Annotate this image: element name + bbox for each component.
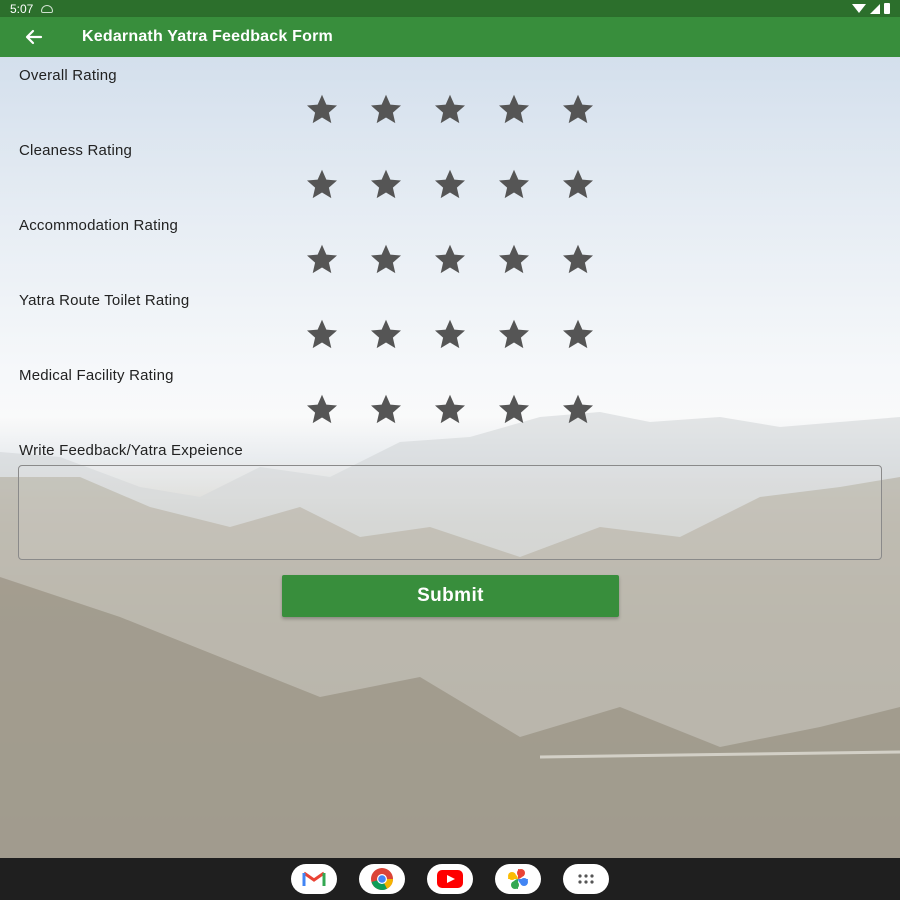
cleaness-rating-bar[interactable] xyxy=(304,166,596,202)
star-icon[interactable] xyxy=(304,316,340,352)
photos-icon[interactable] xyxy=(495,864,541,894)
star-icon[interactable] xyxy=(432,91,468,127)
star-icon[interactable] xyxy=(560,316,596,352)
star-icon[interactable] xyxy=(432,391,468,427)
toilet-rating-label: Yatra Route Toilet Rating xyxy=(19,292,190,309)
app-bar: Kedarnath Yatra Feedback Form xyxy=(0,17,900,57)
status-icons xyxy=(852,3,890,14)
feedback-label: Write Feedback/Yatra Expeience xyxy=(19,442,243,459)
star-icon[interactable] xyxy=(496,316,532,352)
star-icon[interactable] xyxy=(432,241,468,277)
wifi-icon xyxy=(852,4,866,13)
star-icon[interactable] xyxy=(368,91,404,127)
feedback-input[interactable] xyxy=(18,465,882,560)
feedback-form: Overall Rating Cleaness Rating Accommoda… xyxy=(0,57,900,858)
notification-icon xyxy=(41,4,54,13)
star-icon[interactable] xyxy=(560,91,596,127)
star-icon[interactable] xyxy=(496,91,532,127)
star-icon[interactable] xyxy=(368,316,404,352)
app-drawer-icon[interactable] xyxy=(563,864,609,894)
star-icon[interactable] xyxy=(368,166,404,202)
status-bar: 5:07 xyxy=(0,0,900,17)
medical-rating-bar[interactable] xyxy=(304,391,596,427)
star-icon[interactable] xyxy=(304,391,340,427)
accommodation-rating-bar[interactable] xyxy=(304,241,596,277)
page-title: Kedarnath Yatra Feedback Form xyxy=(82,28,333,45)
star-icon[interactable] xyxy=(368,241,404,277)
signal-icon xyxy=(870,3,880,14)
toilet-rating-bar[interactable] xyxy=(304,316,596,352)
star-icon[interactable] xyxy=(560,391,596,427)
battery-icon xyxy=(884,3,890,14)
status-time: 5:07 xyxy=(10,1,34,16)
overall-rating-label: Overall Rating xyxy=(19,67,117,84)
gmail-icon[interactable] xyxy=(291,864,337,894)
navigation-dock xyxy=(0,858,900,900)
star-icon[interactable] xyxy=(304,241,340,277)
star-icon[interactable] xyxy=(432,316,468,352)
back-button[interactable] xyxy=(14,17,54,57)
star-icon[interactable] xyxy=(432,166,468,202)
star-icon[interactable] xyxy=(560,241,596,277)
star-icon[interactable] xyxy=(560,166,596,202)
medical-rating-label: Medical Facility Rating xyxy=(19,367,174,384)
star-icon[interactable] xyxy=(496,391,532,427)
star-icon[interactable] xyxy=(496,166,532,202)
overall-rating-bar[interactable] xyxy=(304,91,596,127)
accommodation-rating-label: Accommodation Rating xyxy=(19,217,179,234)
arrow-left-icon xyxy=(25,29,43,45)
star-icon[interactable] xyxy=(304,166,340,202)
chrome-icon[interactable] xyxy=(359,864,405,894)
youtube-icon[interactable] xyxy=(427,864,473,894)
submit-button[interactable]: Submit xyxy=(282,575,619,617)
cleaness-rating-label: Cleaness Rating xyxy=(19,142,133,159)
star-icon[interactable] xyxy=(496,241,532,277)
star-icon[interactable] xyxy=(304,91,340,127)
star-icon[interactable] xyxy=(368,391,404,427)
